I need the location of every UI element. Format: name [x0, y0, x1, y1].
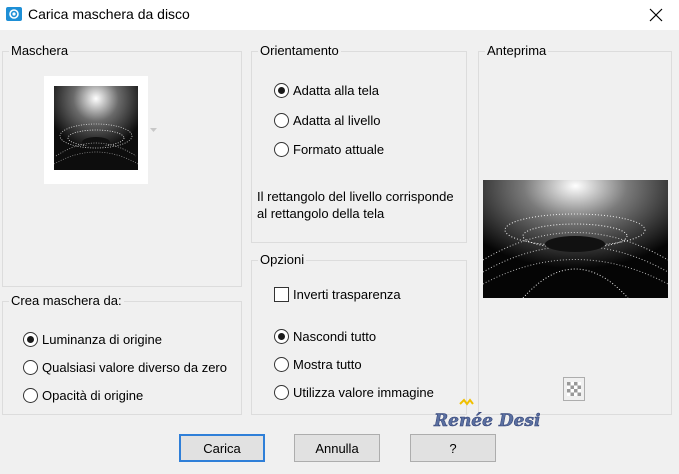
- radio-button[interactable]: [274, 112, 289, 128]
- cancel-button-label: Annulla: [315, 440, 359, 456]
- radio-any-nonzero[interactable]: Qualsiasi valore diverso da zero: [23, 358, 227, 376]
- chevron-down-icon[interactable]: [150, 128, 157, 132]
- radio-label: Adatta al livello: [293, 112, 381, 128]
- radio-label: Adatta alla tela: [293, 82, 380, 98]
- help-button[interactable]: ?: [410, 434, 496, 462]
- radio-current-size[interactable]: Formato attuale: [274, 140, 384, 158]
- options-group-label: Opzioni: [258, 252, 307, 268]
- radio-button[interactable]: [274, 141, 289, 157]
- checkbox-label: Inverti trasparenza: [293, 286, 401, 302]
- radio-button[interactable]: [274, 82, 289, 98]
- options-group: Opzioni Inverti trasparenza Nascondi tut…: [251, 252, 467, 415]
- help-button-label: ?: [449, 440, 457, 456]
- radio-fit-layer[interactable]: Adatta al livello: [274, 111, 380, 129]
- radio-source-opacity[interactable]: Opacità di origine: [23, 386, 143, 404]
- radio-button[interactable]: [23, 387, 38, 403]
- radio-label: Opacità di origine: [42, 387, 144, 403]
- radio-button[interactable]: [274, 384, 289, 400]
- dialog-body: Maschera Crea maschera da: Luminanza di …: [0, 30, 679, 474]
- mask-group-label: Maschera: [9, 43, 71, 59]
- radio-label: Qualsiasi valore diverso da zero: [42, 359, 227, 375]
- radio-label: Utilizza valore immagine: [293, 384, 434, 400]
- preview-group-label: Anteprima: [485, 43, 549, 59]
- radio-dot: [27, 335, 34, 343]
- radio-show-all[interactable]: Mostra tutto: [274, 355, 362, 373]
- orientation-group: Orientamento Adatta alla tela Adatta al …: [251, 43, 467, 243]
- cancel-button[interactable]: Annulla: [294, 434, 380, 462]
- load-button[interactable]: Carica: [179, 434, 265, 462]
- radio-dot: [278, 332, 285, 340]
- radio-label: Formato attuale: [293, 141, 385, 157]
- transparency-toggle-button[interactable]: [563, 377, 585, 401]
- radio-label: Nascondi tutto: [293, 328, 377, 344]
- radio-dot: [278, 86, 285, 94]
- load-button-label: Carica: [203, 440, 241, 456]
- preview-image: [483, 180, 668, 298]
- orientation-group-label: Orientamento: [258, 43, 341, 59]
- close-button[interactable]: [633, 0, 679, 30]
- radio-button[interactable]: [274, 356, 289, 372]
- checkerboard-icon: [567, 382, 581, 396]
- radio-fit-canvas[interactable]: Adatta alla tela: [274, 81, 379, 99]
- invert-transparency-checkbox[interactable]: Inverti trasparenza: [274, 285, 401, 303]
- app-icon: [6, 7, 22, 21]
- close-icon: [649, 8, 663, 22]
- radio-label: Luminanza di origine: [42, 331, 162, 347]
- orientation-note: Il rettangolo del livello corrisponde al…: [257, 189, 454, 221]
- radio-button[interactable]: [274, 328, 289, 344]
- mask-thumbnail-image: [54, 86, 138, 170]
- radio-source-luminance[interactable]: Luminanza di origine: [23, 330, 162, 348]
- radio-hide-all[interactable]: Nascondi tutto: [274, 327, 376, 345]
- mask-group: Maschera: [2, 43, 242, 287]
- radio-label: Mostra tutto: [293, 356, 362, 372]
- create-mask-group-label: Crea maschera da:: [9, 293, 124, 309]
- radio-button[interactable]: [23, 331, 38, 347]
- watermark-logo: Renée Design: [433, 398, 540, 431]
- watermark-text: Renée Design: [433, 411, 540, 431]
- radio-button[interactable]: [23, 359, 38, 375]
- window-title: Carica maschera da disco: [28, 6, 190, 22]
- mask-thumbnail[interactable]: [44, 76, 148, 184]
- title-bar: Carica maschera da disco: [0, 0, 679, 30]
- create-mask-group: Crea maschera da: Luminanza di origine Q…: [2, 293, 242, 415]
- checkbox[interactable]: [274, 286, 289, 302]
- radio-use-image-value[interactable]: Utilizza valore immagine: [274, 383, 434, 401]
